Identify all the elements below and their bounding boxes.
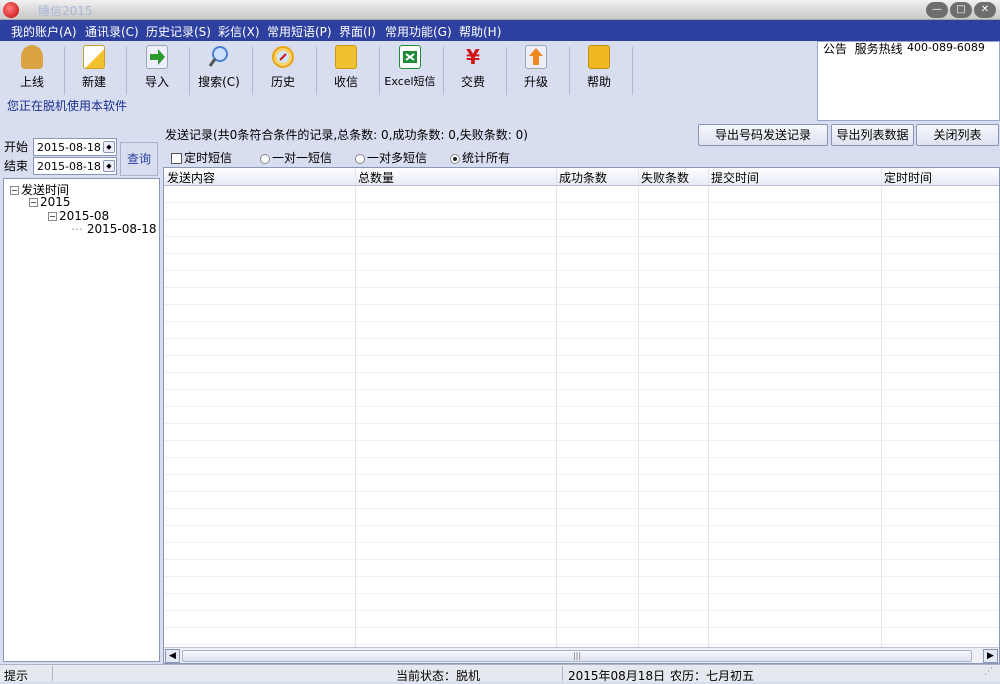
send-time-tree: − 发送时间 −2015 −2015-08 ⋯ 2015-08-18 — [3, 178, 160, 662]
help-button[interactable]: 帮助 — [569, 45, 629, 95]
grid-body[interactable] — [164, 186, 999, 648]
scheduled-sms-checkbox[interactable]: 定时短信 — [171, 149, 232, 166]
maximize-icon[interactable]: □ — [950, 2, 972, 18]
menu-contacts[interactable]: 通讯录(C) — [85, 23, 139, 40]
horizontal-scrollbar[interactable]: ◀ ||| ▶ — [164, 647, 999, 663]
close-list-button[interactable]: 关闭列表 — [916, 124, 999, 146]
magnifier-icon — [208, 45, 230, 69]
status-divider — [52, 666, 53, 681]
column-line — [638, 186, 639, 648]
pay-button[interactable]: ¥ 交费 — [443, 45, 503, 95]
offline-status-message: 您正在脱机使用本软件 — [7, 99, 128, 113]
column-header-total[interactable]: 总数量 — [355, 169, 394, 186]
export-numbers-button[interactable]: 导出号码发送记录 — [698, 124, 828, 146]
app-logo-icon — [3, 2, 19, 18]
status-lunar: 农历：七月初五 — [670, 669, 755, 683]
tree-node-day[interactable]: ⋯ 2015-08-18 — [71, 222, 157, 236]
end-date-field[interactable]: 2015-08-18 ◆ — [33, 157, 117, 175]
window-title: 睡信2015 — [38, 4, 93, 18]
menu-interface[interactable]: 界面(I) — [339, 23, 376, 40]
radio-one-to-many[interactable]: 一对多短信 — [355, 149, 427, 166]
import-arrow-icon — [146, 45, 168, 69]
menu-account[interactable]: 我的账户(A) — [11, 23, 77, 40]
menu-help[interactable]: 帮助(H) — [459, 23, 501, 40]
radio-selected-icon[interactable] — [450, 153, 460, 164]
query-button[interactable]: 查询 — [120, 142, 158, 176]
hotline-number: 400-089-6089 — [907, 41, 985, 54]
history-button[interactable]: 历史 — [253, 45, 313, 95]
radio-stats-all[interactable]: 统计所有 — [450, 149, 510, 166]
search-button[interactable]: 搜索(C) — [189, 45, 249, 95]
records-grid: 发送内容 总数量 成功条数 失败条数 提交时间 定时时间 ◀ ||| ▶ — [163, 167, 1000, 664]
tree-connector: ⋯ — [71, 222, 83, 236]
resize-grip-icon[interactable]: ⋰ — [984, 667, 993, 677]
online-button[interactable]: 上线 — [2, 45, 62, 95]
menu-functions[interactable]: 常用功能(G) — [385, 23, 452, 40]
scroll-thumb[interactable]: ||| — [182, 650, 972, 662]
column-line — [556, 186, 557, 648]
menu-history[interactable]: 历史记录(S) — [146, 23, 211, 40]
upgrade-arrow-icon — [525, 45, 547, 69]
filter-bar: 定时短信 一对一短信 一对多短信 统计所有 — [163, 147, 1000, 167]
status-bar: 提示 当前状态：脱机 2015年08月18日 农历：七月初五 ⋰ — [0, 664, 1000, 683]
collapse-icon[interactable]: − — [29, 198, 38, 207]
title-bar: 睡信2015 — □ ✕ — [0, 0, 1000, 20]
inbox-icon — [335, 45, 357, 69]
upgrade-button[interactable]: 升级 — [506, 45, 566, 95]
column-header-content[interactable]: 发送内容 — [164, 169, 215, 186]
scroll-right-icon[interactable]: ▶ — [983, 649, 998, 663]
radio-icon[interactable] — [260, 153, 270, 164]
export-list-button[interactable]: 导出列表数据 — [831, 124, 914, 146]
checkbox-icon[interactable] — [171, 153, 182, 164]
radio-icon[interactable] — [355, 153, 365, 164]
column-header-scheduled-time[interactable]: 定时时间 — [881, 169, 932, 186]
import-button[interactable]: 导入 — [127, 45, 187, 95]
start-date-spinner-icon[interactable]: ◆ — [103, 141, 115, 153]
new-button[interactable]: 新建 — [64, 45, 124, 95]
status-current: 当前状态：脱机 — [396, 669, 481, 683]
status-hint: 提示 — [4, 669, 29, 683]
close-icon[interactable]: ✕ — [974, 2, 996, 18]
records-summary: 发送记录(共0条符合条件的记录,总条数: 0,成功条数: 0,失败条数: 0) — [165, 128, 528, 142]
end-date-label: 结束 — [4, 159, 29, 173]
status-date: 2015年08月18日 — [568, 669, 666, 683]
notice-label: 公告 服务热线 — [823, 42, 903, 56]
column-line — [708, 186, 709, 648]
start-date-field[interactable]: 2015-08-18 ◆ — [33, 138, 117, 156]
collapse-icon[interactable]: − — [48, 212, 57, 221]
menu-bar: 我的账户(A) 通讯录(C) 历史记录(S) 彩信(X) 常用短语(P) 界面(… — [0, 20, 1000, 41]
collapse-icon[interactable]: − — [10, 186, 19, 195]
person-icon — [21, 45, 43, 69]
help-book-icon — [588, 45, 610, 69]
column-header-submit-time[interactable]: 提交时间 — [708, 169, 759, 186]
radio-one-to-one[interactable]: 一对一短信 — [260, 149, 332, 166]
compass-icon — [272, 45, 294, 69]
grid-header: 发送内容 总数量 成功条数 失败条数 提交时间 定时时间 — [164, 168, 999, 186]
tree-node-month[interactable]: −2015-08 — [48, 209, 109, 223]
excel-sms-button[interactable]: Excel短信 — [379, 45, 441, 95]
menu-phrases[interactable]: 常用短语(P) — [267, 23, 332, 40]
pencil-icon — [83, 45, 105, 69]
toolbar-divider — [632, 47, 633, 95]
hotline-label: 服务热线 — [854, 42, 903, 56]
column-line — [881, 186, 882, 648]
start-date-label: 开始 — [4, 140, 29, 154]
minimize-icon[interactable]: — — [926, 2, 948, 18]
scroll-left-icon[interactable]: ◀ — [165, 649, 180, 663]
column-line — [355, 186, 356, 648]
menu-mms[interactable]: 彩信(X) — [218, 23, 260, 40]
column-header-failed[interactable]: 失败条数 — [638, 169, 689, 186]
column-header-success[interactable]: 成功条数 — [556, 169, 607, 186]
yen-icon: ¥ — [466, 45, 480, 69]
tree-node-year[interactable]: −2015 — [29, 195, 71, 209]
excel-icon — [399, 45, 421, 69]
end-date-spinner-icon[interactable]: ◆ — [103, 160, 115, 172]
status-divider — [562, 666, 563, 681]
inbox-button[interactable]: 收信 — [316, 45, 376, 95]
